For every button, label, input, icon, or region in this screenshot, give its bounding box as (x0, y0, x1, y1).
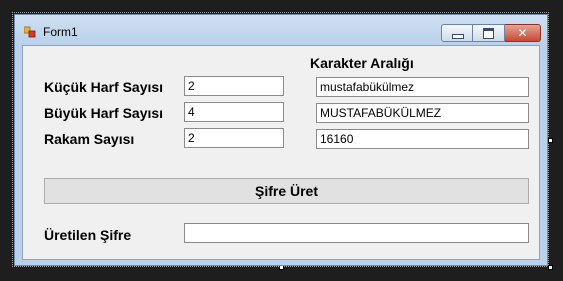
lowercase-count-input[interactable]: 2 (184, 76, 284, 96)
digit-count-input[interactable]: 2 (184, 128, 284, 148)
resize-handle-right[interactable] (548, 138, 553, 143)
digit-chars-input[interactable]: 16160 (316, 129, 529, 149)
range-header-label: Karakter Aralığı (310, 55, 414, 71)
generated-password-label: Üretilen Şifre (44, 227, 132, 243)
form-window: Form1 Karakter Aralığı Küçük Harf Sayısı… (14, 14, 548, 266)
minimize-button[interactable] (441, 24, 473, 42)
generated-password-output[interactable] (184, 223, 529, 243)
generate-password-button[interactable]: Şifre Üret (44, 178, 529, 204)
lowercase-chars-input[interactable]: mustafabükülmez (316, 77, 529, 97)
lowercase-count-label: Küçük Harf Sayısı (44, 79, 164, 95)
form-client-area: Karakter Aralığı Küçük Harf Sayısı 2 mus… (22, 45, 540, 260)
maximize-button[interactable] (473, 24, 505, 42)
uppercase-count-label: Büyük Harf Sayısı (44, 105, 164, 121)
form-icon (23, 25, 36, 38)
uppercase-chars-input[interactable]: MUSTAFABÜKÜLMEZ (316, 103, 529, 123)
uppercase-count-input[interactable]: 4 (184, 102, 284, 122)
window-title: Form1 (43, 25, 78, 39)
close-button[interactable] (505, 24, 541, 42)
resize-handle-corner[interactable] (548, 265, 553, 270)
digit-count-label: Rakam Sayısı (44, 131, 135, 147)
title-bar[interactable]: Form1 (15, 15, 547, 45)
